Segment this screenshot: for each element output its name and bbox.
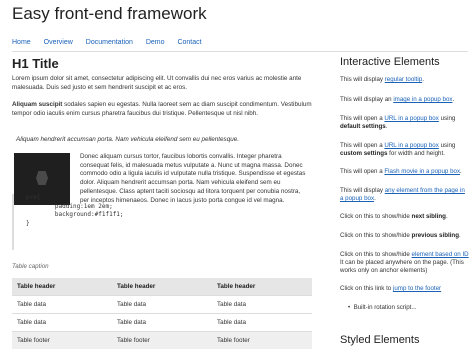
table-footer-cell: Table footer — [112, 332, 212, 349]
item-text: . — [446, 213, 448, 220]
item-text: . — [386, 123, 388, 130]
sidebar-item-show-hide-id-line2: It can be placed anywhere on the page. (… — [340, 259, 474, 267]
table-header: Table header — [212, 278, 312, 296]
element-popup-link-cont[interactable]: a popup box — [340, 195, 374, 202]
blockquote: Aliquam hendrerit accumsan porta. Nam ve… — [16, 136, 239, 143]
code-block: pre{ padding:1em 2em; background:#f1f1f1… — [12, 194, 182, 250]
item-text: This will display — [340, 187, 385, 194]
sidebar-item-show-hide-id: Click on this to show/hide element based… — [340, 251, 474, 259]
sidebar-item-next-sibling[interactable]: Click on this to show/hide next sibling. — [340, 213, 474, 221]
sidebar-item-image-popup: This will display an image in a popup bo… — [340, 96, 474, 104]
item-text: works only on anchor elements) — [340, 267, 427, 274]
list-item: • Built-in rotation script... — [348, 304, 417, 311]
bold-text: previous sibling — [412, 232, 459, 239]
intro-paragraph: Lorem ipsum dolor sit amet, consectetur … — [12, 75, 312, 92]
item-text: It can be placed anywhere on the page. (… — [340, 259, 464, 266]
second-paragraph: Aliquam suscipit sodales sapien eu egest… — [12, 101, 312, 118]
sidebar-item-flash: This will open a Flash movie in a popup … — [340, 168, 474, 176]
sidebar-item-element-popup-line2: a popup box. — [340, 195, 474, 203]
table-header: Table header — [12, 278, 112, 296]
item-text: Click on this to show/hide — [340, 232, 412, 239]
nav-demo[interactable]: Demo — [146, 39, 165, 46]
url-popup-link[interactable]: URL in a popup box — [384, 115, 438, 122]
sidebar-title: Interactive Elements — [340, 56, 440, 68]
table-cell: Table data — [12, 296, 112, 314]
item-text: . — [459, 232, 461, 239]
item-text: This will open a — [340, 142, 384, 149]
code-line: pre{ — [26, 194, 182, 203]
element-id-link[interactable]: element based on ID — [412, 251, 469, 258]
image-icon — [36, 171, 48, 185]
image-popup-link[interactable]: image in a popup box — [393, 96, 452, 103]
sidebar-item-url-default: This will open a URL in a popup box usin… — [340, 115, 474, 123]
sidebar-item-url-custom: This will open a URL in a popup box usin… — [340, 142, 474, 150]
main-nav: Home Overview Documentation Demo Contact — [12, 39, 213, 46]
element-popup-link[interactable]: any element from the page in — [385, 187, 465, 194]
table-header-row: Table header Table header Table header — [12, 278, 312, 296]
main-content: H1 Title Lorem ipsum dolor sit amet, con… — [12, 56, 312, 119]
site-title: Easy front-end framework — [12, 4, 207, 24]
item-text: This will open a — [340, 115, 384, 122]
jump-footer-link[interactable]: jump to the footer — [393, 285, 441, 292]
table-cell: Table data — [12, 314, 112, 332]
bullet-text: Built-in rotation script... — [354, 304, 417, 311]
item-text: Click on this to show/hide — [340, 251, 412, 258]
bold-text: default settings — [340, 123, 386, 130]
item-text: . — [452, 96, 454, 103]
nav-overview[interactable]: Overview — [44, 39, 73, 46]
item-text: This will open a — [340, 168, 384, 175]
item-text: This will display — [340, 76, 385, 83]
code-line: padding:1em 2em; — [26, 203, 182, 212]
sidebar-item-element-popup: This will display any element from the p… — [340, 187, 474, 195]
item-text: for width and height. — [387, 150, 444, 157]
flash-popup-link[interactable]: Flash movie in a popup box — [384, 168, 460, 175]
sample-table: Table header Table header Table header T… — [12, 278, 312, 349]
sidebar-item-url-default-line2: default settings. — [340, 123, 474, 131]
item-text: Click on this to show/hide — [340, 213, 412, 220]
item-text: using — [439, 142, 456, 149]
table-cell: Table data — [112, 296, 212, 314]
sidebar-item-url-custom-line2: custom settings for width and height. — [340, 150, 474, 158]
tooltip-link[interactable]: regular tooltip — [385, 76, 423, 83]
table-header: Table header — [112, 278, 212, 296]
page-heading: H1 Title — [12, 56, 312, 72]
code-line: background:#f1f1f1; — [26, 211, 182, 220]
table-caption: Table caption — [12, 263, 49, 270]
item-text: . — [422, 76, 424, 83]
table-row: Table data Table data Table data — [12, 296, 312, 314]
table-footer-cell: Table footer — [12, 332, 112, 349]
sidebar-item-footer-link: Click on this link to jump to the footer — [340, 285, 474, 293]
sidebar-item-show-hide-id-line3: works only on anchor elements) — [340, 267, 474, 275]
item-text: . — [374, 195, 376, 202]
sidebar-item-prev-sibling[interactable]: Click on this to show/hide previous sibl… — [340, 232, 474, 240]
item-text: Click on this link to — [340, 285, 393, 292]
nav-home[interactable]: Home — [12, 39, 31, 46]
url-popup-custom-link[interactable]: URL in a popup box — [384, 142, 438, 149]
nav-contact[interactable]: Contact — [177, 39, 201, 46]
bold-text: custom settings — [340, 150, 387, 157]
item-text: using — [439, 115, 456, 122]
nav-divider — [12, 51, 468, 52]
table-cell: Table data — [212, 296, 312, 314]
table-footer-cell: Table footer — [212, 332, 312, 349]
table-footer-row: Table footer Table footer Table footer — [12, 332, 312, 349]
bold-text: next sibling — [412, 213, 446, 220]
code-line: } — [26, 220, 182, 229]
table-cell: Table data — [112, 314, 212, 332]
item-text: . — [460, 168, 462, 175]
styled-elements-title: Styled Elements — [340, 334, 419, 346]
nav-documentation[interactable]: Documentation — [86, 39, 133, 46]
table-cell: Table data — [212, 314, 312, 332]
table-row: Table data Table data Table data — [12, 314, 312, 332]
strong-text: Aliquam suscipit — [12, 101, 62, 108]
item-text: This will display an — [340, 96, 393, 103]
sidebar-item-tooltip: This will display regular tooltip. — [340, 76, 474, 84]
